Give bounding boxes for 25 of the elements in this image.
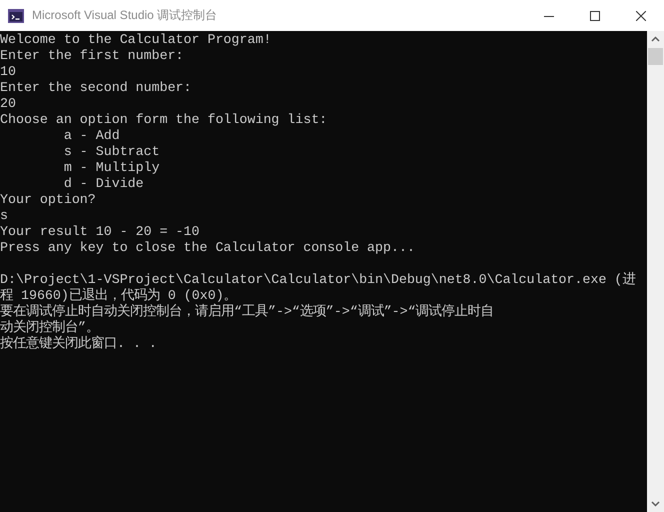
scrollbar[interactable] [647, 31, 664, 512]
console-line: 要在调试停止时自动关闭控制台，请启用“工具”->“选项”->“调试”->“调试停止时自 [0, 304, 494, 320]
console-line: Press any key to close the Calculator console app... [0, 240, 415, 256]
close-icon [636, 10, 646, 20]
console-line: s [0, 208, 8, 224]
scroll-thumb[interactable] [648, 48, 663, 65]
console-line: a - Add [62, 128, 120, 144]
console-app-icon [8, 8, 24, 22]
window-title: Microsoft Visual Studio 调试控制台 [32, 7, 218, 24]
console-line: 程 19660)已退出，代码为 0 (0x0)。 [0, 288, 237, 304]
console-line: Enter the second number: [0, 80, 192, 96]
console-line: s - Subtract [62, 144, 160, 160]
console-line: Enter the first number: [0, 48, 184, 64]
console-line: 10 [0, 64, 16, 80]
console-line: Your option? [0, 192, 96, 208]
console-line: Choose an option form the following list: [0, 112, 328, 128]
console-line: Welcome to the Calculator Program! [0, 32, 272, 48]
console-line: m - Multiply [62, 160, 160, 176]
maximize-icon [590, 10, 600, 20]
console-line: 20 [0, 96, 16, 112]
console-line: D:\Project\1-VSProject\Calculator\Calculator\bin\Debug\net8.0\Calculator.exe (进 [0, 272, 636, 288]
console-line: d - Divide [62, 176, 144, 192]
console-line: 动关闭控制台”。 [0, 320, 99, 336]
console-line: Your result 10 - 20 = -10 [0, 224, 200, 240]
console-line: 按任意键关闭此窗口. . . [0, 336, 157, 352]
